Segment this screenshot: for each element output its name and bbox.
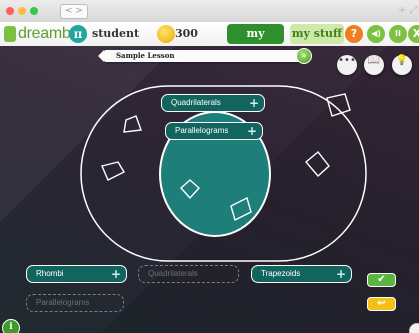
tab-my-lessons[interactable]: my lessons — [227, 24, 284, 60]
minimize-window-icon[interactable] — [18, 7, 26, 15]
shape-quadrilateral[interactable] — [123, 115, 142, 133]
coin-count: 300 — [175, 27, 198, 40]
bank-slot-parallelograms[interactable]: Parallelograms — [26, 294, 124, 312]
plus-icon: + — [246, 124, 257, 138]
coin-icon — [157, 25, 175, 43]
quadrilaterals-label[interactable]: Quadrilaterals + — [161, 94, 265, 112]
logo-mark-icon — [4, 26, 16, 42]
undo-button[interactable]: ↩ — [367, 297, 396, 311]
plus-icon: + — [110, 267, 121, 281]
shape-parallelogram[interactable] — [101, 161, 125, 181]
app-toolbar: dreambox π student 300 my lessons my stu… — [0, 22, 419, 60]
plus-icon: + — [335, 267, 346, 281]
bank-item-trapezoids[interactable]: Trapezoids + — [251, 265, 352, 283]
bank-slot-quadrilaterals[interactable]: Quadrilaterals — [138, 265, 239, 283]
window-controls[interactable]: + ⤢ — [398, 5, 418, 16]
user-name: student — [92, 27, 140, 40]
shape-trapezoid[interactable] — [305, 151, 330, 178]
window-chrome: < > + ⤢ — [0, 0, 419, 23]
check-button[interactable]: ✔ — [367, 273, 396, 287]
venn-diagram — [80, 85, 367, 262]
sound-icon[interactable]: ◀) — [367, 25, 385, 43]
plus-icon: + — [248, 96, 259, 110]
nav-arrows[interactable]: < > — [60, 4, 88, 19]
close-icon[interactable]: X — [408, 25, 419, 43]
zoom-window-icon[interactable] — [30, 7, 38, 15]
close-window-icon[interactable] — [6, 7, 14, 15]
info-icon[interactable]: i — [2, 319, 20, 333]
parallelograms-label[interactable]: Parallelograms + — [165, 122, 263, 140]
corner-button[interactable] — [409, 323, 419, 333]
help-icon[interactable]: ? — [345, 25, 363, 43]
shape-kite[interactable] — [326, 93, 351, 117]
tab-my-stuff[interactable]: my stuff — [290, 24, 344, 44]
avatar[interactable]: π — [69, 25, 87, 43]
pause-icon[interactable]: II — [389, 25, 407, 43]
bank-item-rhombi[interactable]: Rhombi + — [26, 265, 127, 283]
lesson-stage: Sample Lesson » ••• 📖 💡 Quadrilaterals +… — [0, 46, 419, 333]
